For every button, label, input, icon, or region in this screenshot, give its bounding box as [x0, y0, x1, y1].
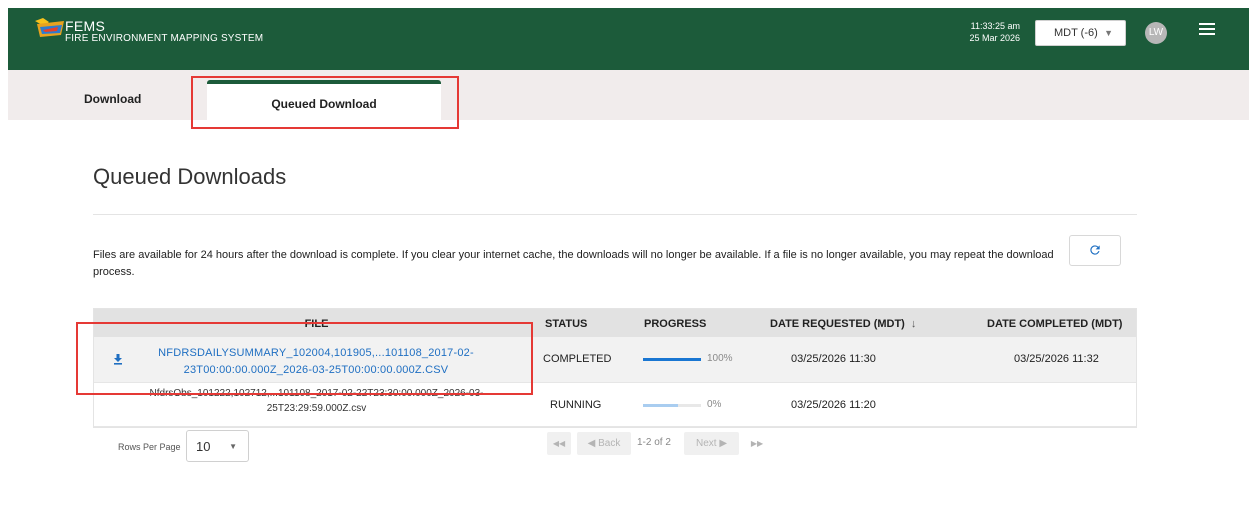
back-page-button[interactable]: ◀ Back	[577, 432, 631, 455]
pagination-info: 1-2 of 2	[637, 437, 671, 448]
fems-logo-icon[interactable]	[34, 17, 68, 39]
file-name-line: 25T23:29:59.000Z.csv	[266, 403, 367, 414]
column-header-date-completed[interactable]: DATE COMPLETED (MDT)	[987, 318, 1122, 330]
rows-per-page-label: Rows Per Page	[118, 442, 181, 452]
progress-fill	[643, 358, 701, 361]
last-page-button[interactable]: ▶▶	[745, 432, 769, 455]
progress-label: 0%	[707, 399, 722, 410]
progress-bar	[643, 404, 701, 407]
progress-bar	[643, 358, 701, 361]
info-text: Files are available for 24 hours after t…	[93, 249, 1054, 278]
arrow-down-icon: ↓	[910, 318, 917, 330]
divider	[93, 214, 1137, 215]
timezone-value: MDT (-6)	[1054, 27, 1098, 39]
column-header-progress[interactable]: PROGRESS	[644, 318, 706, 330]
user-avatar[interactable]: LW	[1145, 22, 1167, 44]
status-cell: RUNNING	[550, 399, 602, 411]
app-header: FEMS FIRE ENVIRONMENT MAPPING SYSTEM 11:…	[8, 8, 1249, 70]
chevron-down-icon: ▼	[229, 442, 237, 451]
column-header-status[interactable]: STATUS	[545, 318, 587, 330]
clock: 11:33:25 am 25 Mar 2026	[960, 20, 1020, 44]
refresh-icon	[1090, 245, 1100, 255]
brand-subtitle: FIRE ENVIRONMENT MAPPING SYSTEM	[65, 33, 264, 44]
timezone-select[interactable]: MDT (-6) ▼	[1035, 20, 1126, 46]
page-title: Queued Downloads	[93, 164, 287, 189]
column-header-date-requested[interactable]: DATE REQUESTED (MDT) ↓	[770, 318, 916, 330]
first-page-button[interactable]: ◀◀	[547, 432, 571, 455]
date-completed-cell: 03/25/2026 11:32	[1014, 353, 1099, 365]
progress-label: 100%	[707, 353, 733, 364]
clock-time: 11:33:25 am	[970, 21, 1020, 31]
progress-fill	[643, 404, 678, 407]
chevron-down-icon: ▼	[1104, 28, 1113, 38]
status-cell: COMPLETED	[543, 353, 612, 365]
rows-per-page-select[interactable]: 10 ▼	[186, 430, 249, 462]
highlight-box-tab	[191, 76, 459, 129]
next-page-button[interactable]: Next ▶	[684, 432, 739, 455]
clock-date: 25 Mar 2026	[969, 33, 1020, 43]
hamburger-menu-icon[interactable]	[1199, 23, 1215, 37]
brand-name: FEMS	[65, 18, 106, 34]
rows-per-page-value: 10	[196, 439, 211, 454]
date-requested-cell: 03/25/2026 11:30	[791, 353, 876, 365]
column-header-date-requested-label: DATE REQUESTED (MDT)	[770, 318, 905, 330]
refresh-button[interactable]	[1069, 235, 1121, 266]
highlight-box-file	[76, 322, 533, 395]
date-requested-cell: 03/25/2026 11:20	[791, 399, 876, 411]
tab-download[interactable]: Download	[84, 92, 141, 106]
